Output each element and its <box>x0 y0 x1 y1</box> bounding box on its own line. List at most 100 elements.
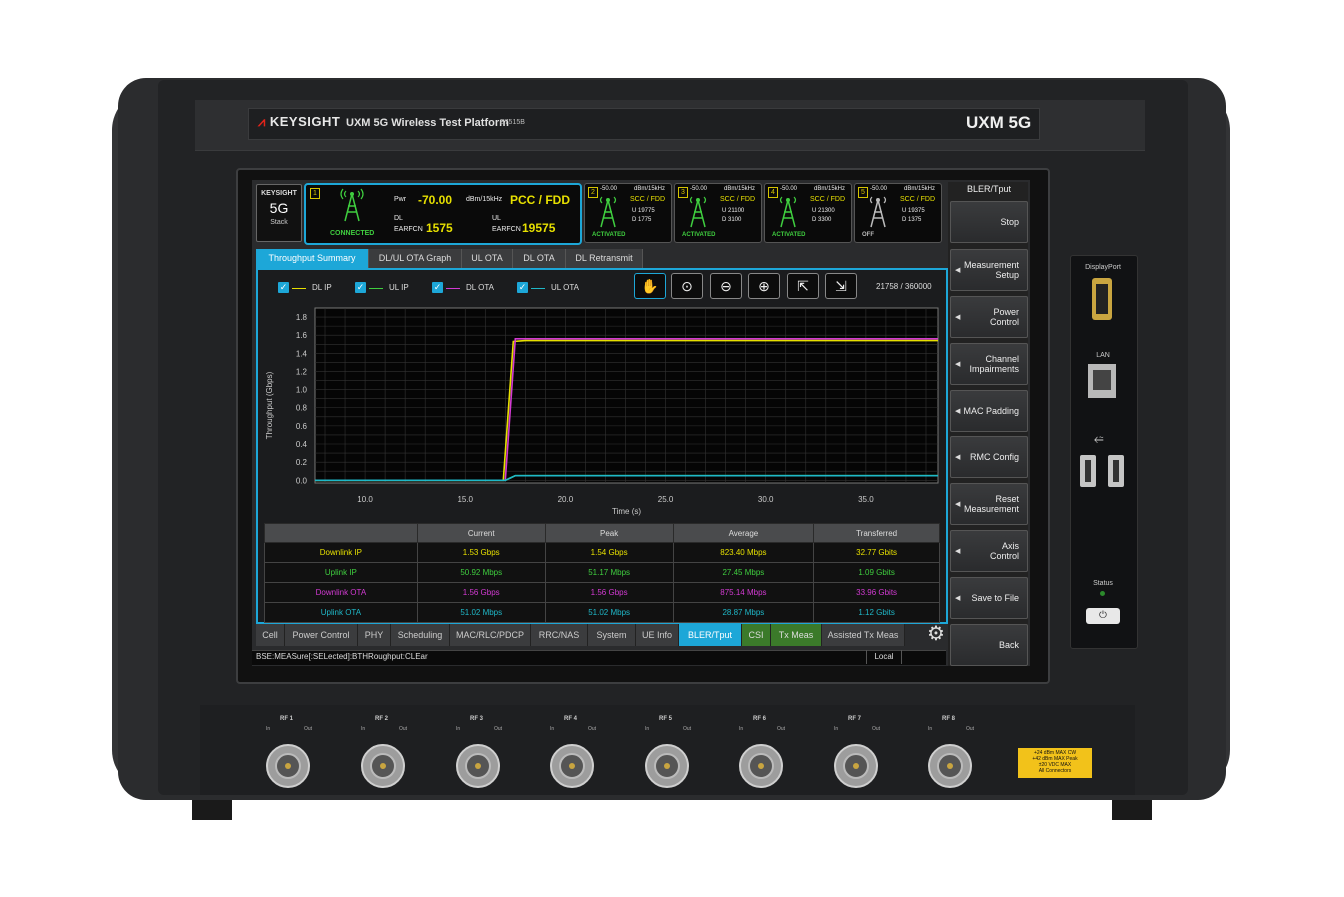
cell-mode: PCC / FDD <box>510 193 570 207</box>
connector-pin <box>664 763 670 769</box>
rf-port-label: RF 8 <box>942 716 956 722</box>
rf-connector-icon[interactable] <box>739 744 783 788</box>
x-tick-label: 25.0 <box>658 495 674 504</box>
legend-checkbox[interactable]: ✓ <box>355 282 366 293</box>
reset-view-icon[interactable]: ⇲ <box>825 273 857 299</box>
zoom-in-icon[interactable]: ⊕ <box>748 273 780 299</box>
dl-earfcn[interactable]: 1575 <box>426 221 453 235</box>
power-button[interactable]: ⏻ <box>1086 608 1120 624</box>
stack-brand: KEYSIGHT <box>261 190 297 197</box>
plot-area <box>314 307 939 484</box>
table-cell: 27.45 Mbps <box>672 562 815 583</box>
rf-connector-icon[interactable] <box>266 744 310 788</box>
rf-in-label: In <box>834 726 839 732</box>
rf-in-label: In <box>456 726 461 732</box>
y-tick-label: 1.0 <box>296 386 308 395</box>
softkey-measurement-setup[interactable]: ◀ Measurement Setup <box>950 249 1028 291</box>
throughput-chart[interactable]: 0.0 0.2 0.4 0.6 0.8 1.0 1.2 1.4 1.6 1.8 10.0 15.0 20… <box>260 300 944 518</box>
rf-out-label: Out <box>872 726 881 732</box>
bottom-tab-mac-rlc-pdcp[interactable]: MAC/RLC/PDCP <box>450 624 531 646</box>
foot-left <box>192 800 232 820</box>
zoom-out-icon[interactable]: ⊖ <box>710 273 742 299</box>
keysight-wave-icon: ⩘ <box>258 114 266 129</box>
bottom-tab-csi[interactable]: CSI <box>742 624 771 646</box>
legend-label: DL OTA <box>466 283 495 292</box>
softkey-label: MAC Padding <box>963 406 1019 416</box>
rf-connector-icon[interactable] <box>928 744 972 788</box>
stack-indicator[interactable]: KEYSIGHT 5G Stack <box>256 184 302 242</box>
ul-label: UL <box>492 215 501 222</box>
usb-socket-1 <box>1085 460 1091 482</box>
bottom-tab-power-control[interactable]: Power Control <box>285 624 358 646</box>
bottom-tab-bler-tput[interactable]: BLER/Tput <box>679 624 742 646</box>
y-tick-label: 1.6 <box>296 331 308 340</box>
rf-connector-icon[interactable] <box>834 744 878 788</box>
submenu-arrow-icon: ◀ <box>955 267 961 274</box>
uplink-earfcn: U 21100 <box>722 208 745 214</box>
legend-checkbox[interactable]: ✓ <box>432 282 443 293</box>
bottom-tab-cell[interactable]: Cell <box>256 624 285 646</box>
cell-pwr-unit: dBm/15kHz <box>634 186 666 192</box>
softkey-save-to-file[interactable]: ◀ Save to File <box>950 577 1028 619</box>
x-tick-label: 10.0 <box>357 495 373 504</box>
cell-pwr: -50.00 <box>600 186 618 192</box>
softkey-axis-control[interactable]: ◀ Axis Control <box>950 530 1028 572</box>
hand-pan-icon[interactable]: ✋ <box>634 273 666 299</box>
status-label: Status <box>1093 580 1113 587</box>
zoom-fit-icon[interactable]: ⊙ <box>671 273 703 299</box>
table-cell: 1.09 Gbits <box>813 562 940 583</box>
rf-in-label: In <box>266 726 271 732</box>
warning-label: +24 dBm MAX CW +42 dBm MAX Peak ±20 VDC … <box>1018 748 1092 778</box>
uplink-earfcn: U 21300 <box>812 208 835 214</box>
rf-port-label: RF 2 <box>375 716 389 722</box>
rf-connector-icon[interactable] <box>361 744 405 788</box>
tab-dl-ota[interactable]: DL OTA <box>513 249 566 268</box>
softkey-back[interactable]: Back <box>950 624 1028 666</box>
ul-earfcn-label: EARFCN <box>492 226 521 233</box>
table-cell: 823.40 Mbps <box>672 542 815 563</box>
submenu-arrow-icon: ◀ <box>955 501 961 508</box>
softkey-reset-measurement[interactable]: ◀ Reset Measurement <box>950 483 1028 525</box>
tab-dl-retransmit[interactable]: DL Retransmit <box>566 249 643 268</box>
tab-throughput-summary[interactable]: Throughput Summary <box>256 249 369 268</box>
bottom-tab-assisted-tx-meas[interactable]: Assisted Tx Meas <box>822 624 905 646</box>
remote-local-indicator[interactable]: Local <box>866 650 902 664</box>
bottom-tab-tx-meas[interactable]: Tx Meas <box>771 624 822 646</box>
rf-in-label: In <box>739 726 744 732</box>
softkey-mac-padding[interactable]: ◀ MAC Padding <box>950 390 1028 432</box>
table-cell: 28.87 Mbps <box>672 602 815 623</box>
softkey-channel-impairments[interactable]: ◀ Channel Impairments <box>950 343 1028 385</box>
legend-checkbox[interactable]: ✓ <box>517 282 528 293</box>
softkey-power-control[interactable]: ◀ Power Control <box>950 296 1028 338</box>
tab-ul-ota[interactable]: UL OTA <box>462 249 513 268</box>
pwr-value[interactable]: -70.00 <box>418 193 452 207</box>
cell-pwr: -50.00 <box>870 186 888 192</box>
tab-dl-ul-ota-graph[interactable]: DL/UL OTA Graph <box>369 249 462 268</box>
bottom-tab-scheduling[interactable]: Scheduling <box>391 624 450 646</box>
bottom-tab-ue-info[interactable]: UE Info <box>636 624 679 646</box>
submenu-arrow-icon: ◀ <box>955 408 961 415</box>
rf-connector-icon[interactable] <box>456 744 500 788</box>
y-tick-label: 0.4 <box>296 440 308 449</box>
rf-connector-icon[interactable] <box>550 744 594 788</box>
gear-icon[interactable]: ⚙ <box>924 622 948 646</box>
table-row: Uplink OTA 51.02 Mbps 51.02 Mbps 28.87 Mbps… <box>264 602 940 623</box>
bottom-tab-rrc-nas[interactable]: RRC/NAS <box>531 624 588 646</box>
ul-earfcn[interactable]: 19575 <box>522 221 555 235</box>
rf-port-label: RF 5 <box>659 716 673 722</box>
bottom-tab-phy[interactable]: PHY <box>358 624 391 646</box>
displayport-label: DisplayPort <box>1085 264 1121 271</box>
softkey-rmc-config[interactable]: ◀ RMC Config <box>950 436 1028 478</box>
rf-port-label: RF 1 <box>280 716 294 722</box>
bottom-tab-system[interactable]: System <box>588 624 636 646</box>
connector-body <box>654 753 680 779</box>
submenu-arrow-icon: ◀ <box>955 361 961 368</box>
legend-swatch <box>292 288 306 289</box>
y-tick-label: 0.6 <box>296 422 308 431</box>
softkey-stop[interactable]: Stop <box>950 201 1028 243</box>
downlink-earfcn: D 1375 <box>902 217 922 223</box>
rf-connector-icon[interactable] <box>645 744 689 788</box>
autoscale-icon[interactable]: ⇱ <box>787 273 819 299</box>
table-row: Downlink OTA 1.56 Gbps 1.56 Gbps 875.14 Mbp… <box>264 582 940 603</box>
legend-checkbox[interactable]: ✓ <box>278 282 289 293</box>
